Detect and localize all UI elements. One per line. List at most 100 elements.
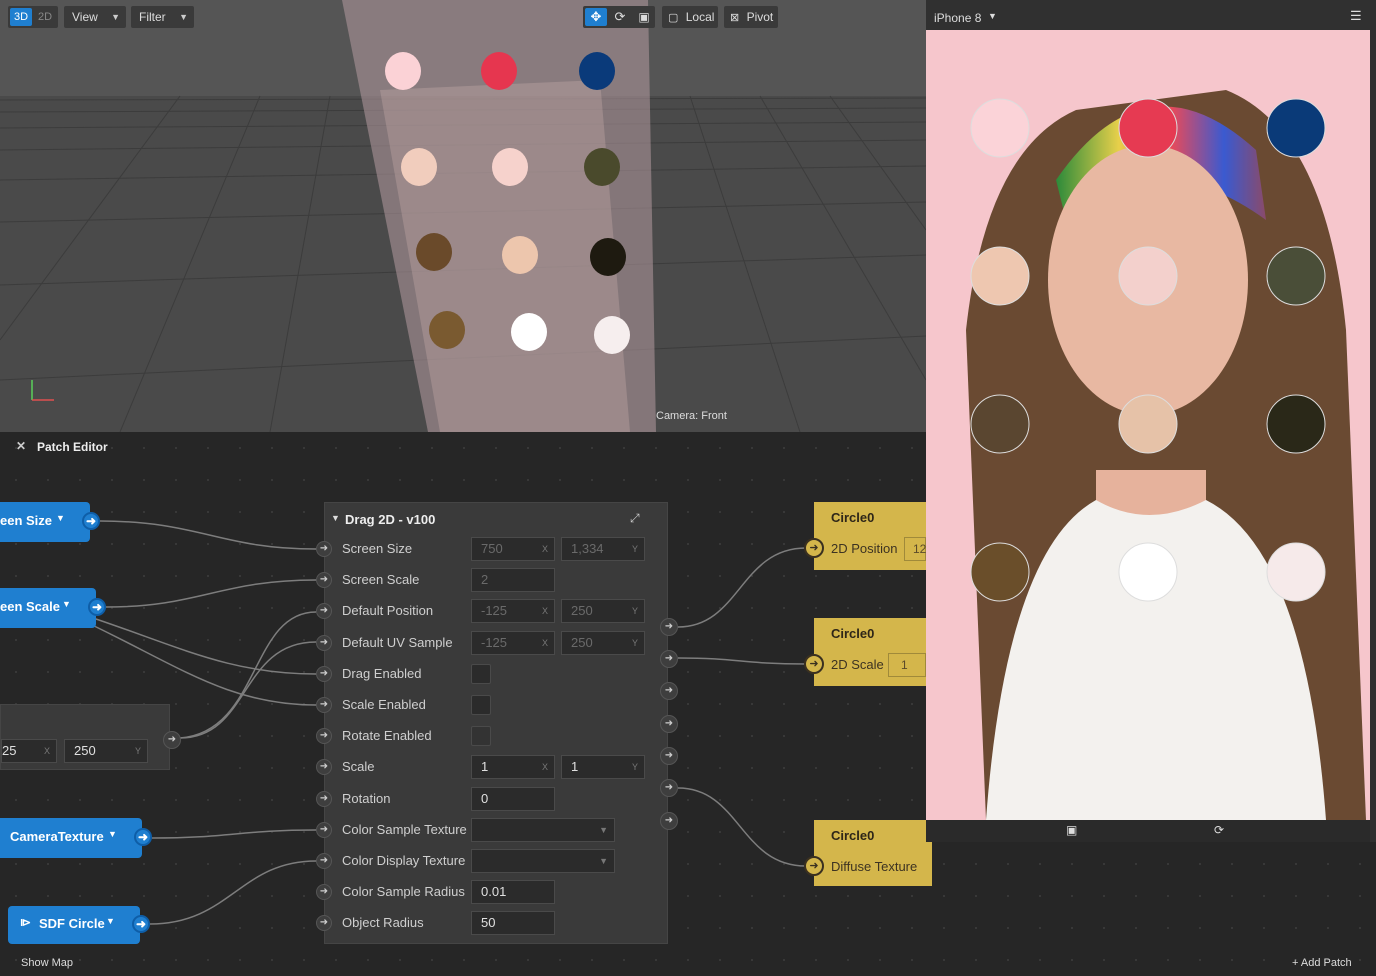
input-port[interactable]: ➜ — [316, 822, 332, 838]
input-port[interactable]: ➜ — [316, 915, 332, 931]
drag-output-port[interactable]: ➜ — [660, 812, 678, 830]
menu-icon[interactable]: ☰ — [1350, 8, 1362, 24]
value-field-y[interactable]: 250 Y — [561, 631, 645, 655]
cube-icon: ▢ — [668, 12, 679, 24]
input-port[interactable]: ➜ — [316, 853, 332, 869]
input-port[interactable]: ➜ — [316, 666, 332, 682]
scale-tool-icon[interactable]: ▣ — [633, 8, 655, 26]
input-port[interactable]: ➜ — [316, 635, 332, 651]
pack-x-field[interactable]: 25 X — [1, 739, 57, 763]
input-port[interactable]: ➜ — [316, 541, 332, 557]
checkbox[interactable] — [471, 695, 491, 715]
camera-icon[interactable]: ▣ — [1066, 823, 1077, 837]
color-circle[interactable] — [970, 246, 1030, 306]
drag-output-port[interactable]: ➜ — [660, 682, 678, 700]
input-label: Scale Enabled — [342, 697, 426, 712]
checkbox[interactable] — [471, 726, 491, 746]
screen-scale-node[interactable]: een Scale ▼ ➜ — [0, 588, 106, 628]
scale-value-field[interactable]: 1 — [888, 653, 926, 677]
rotate-device-icon[interactable]: ⟳ — [1214, 823, 1224, 837]
value-field-x[interactable]: 0 — [471, 787, 555, 811]
value-field-x[interactable]: -125 X — [471, 599, 555, 623]
color-circle[interactable] — [1118, 394, 1178, 454]
drag-output-port[interactable]: ➜ — [660, 715, 678, 733]
drag-output-port[interactable]: ➜ — [660, 650, 678, 668]
value-text: 1,334 — [571, 541, 604, 556]
input-label: Scale — [342, 759, 375, 774]
input-port[interactable]: ➜ — [316, 884, 332, 900]
texture-input-port[interactable]: ➜ — [804, 856, 824, 876]
mode-3d-button[interactable]: 3D — [10, 8, 32, 26]
chevron-down-icon: ▼ — [179, 12, 188, 22]
color-circle[interactable] — [1118, 98, 1178, 158]
camera-texture-output-port[interactable]: ➜ — [134, 828, 152, 846]
color-circle[interactable] — [1266, 542, 1326, 602]
value-field-x[interactable]: -125 X — [471, 631, 555, 655]
rotate-tool-icon[interactable]: ⟳ — [609, 8, 631, 26]
circle0-title: Circle0 — [831, 828, 875, 843]
drag-output-port[interactable]: ➜ — [660, 618, 678, 636]
chevron-down-icon[interactable]: ▼ — [988, 11, 997, 21]
circle0-scale-node[interactable]: Circle0 ➜ 2D Scale 1 — [804, 618, 926, 686]
pack-output-port[interactable]: ➜ — [163, 731, 181, 749]
position-value-field[interactable]: 12 — [904, 537, 926, 561]
pack-y-field[interactable]: 250 Y — [64, 739, 148, 763]
filter-menu[interactable]: Filter ▼ — [131, 6, 194, 28]
viewport-3d[interactable]: 3D 2D View ▼ Filter ▼ ✥ ⟳ ▣ ▢ Local ⊠ Pi… — [0, 0, 926, 432]
position-input-port[interactable]: ➜ — [804, 538, 824, 558]
pivot-toggle[interactable]: ⊠ Pivot — [724, 6, 778, 28]
value-field-x[interactable]: 750 X — [471, 537, 555, 561]
input-port[interactable]: ➜ — [316, 728, 332, 744]
color-circle[interactable] — [970, 394, 1030, 454]
show-map-button[interactable]: Show Map — [21, 957, 73, 969]
mode-toggle[interactable]: 3D 2D — [8, 6, 58, 28]
add-patch-button[interactable]: + Add Patch — [1292, 957, 1352, 969]
device-screen[interactable] — [926, 30, 1370, 820]
screen-scale-output-port[interactable]: ➜ — [88, 598, 106, 616]
drag-output-port[interactable]: ➜ — [660, 779, 678, 797]
color-circle[interactable] — [970, 98, 1030, 158]
value-field-y[interactable]: 1Y — [561, 755, 645, 779]
value-field-y[interactable]: 250 Y — [561, 599, 645, 623]
color-circle[interactable] — [1266, 394, 1326, 454]
value-field-x[interactable]: 0.01 — [471, 880, 555, 904]
mode-2d-button[interactable]: 2D — [34, 8, 56, 26]
value-text: 0 — [481, 791, 489, 806]
view-menu[interactable]: View ▼ — [64, 6, 126, 28]
collapse-triangle-icon[interactable]: ▼ — [331, 513, 340, 523]
texture-dropdown[interactable]: ▼ — [471, 849, 615, 873]
value-field-x[interactable]: 1X — [471, 755, 555, 779]
color-circle[interactable] — [1266, 246, 1326, 306]
expand-icon[interactable]: ⤢ — [630, 511, 640, 526]
input-port[interactable]: ➜ — [316, 603, 332, 619]
input-port[interactable]: ➜ — [316, 697, 332, 713]
value-field-x[interactable]: 50 — [471, 911, 555, 935]
color-circle[interactable] — [1118, 246, 1178, 306]
value-field-y[interactable]: 1,334 Y — [561, 537, 645, 561]
screen-size-output-port[interactable]: ➜ — [82, 512, 100, 530]
viewport-swatch — [492, 148, 528, 186]
texture-dropdown[interactable]: ▼ — [471, 818, 615, 842]
circle0-position-node[interactable]: Circle0 ➜ 2D Position 12 — [804, 502, 926, 570]
sdf-circle-output-port[interactable]: ➜ — [132, 915, 150, 933]
checkbox[interactable] — [471, 664, 491, 684]
value-field-x[interactable]: 2 — [471, 568, 555, 592]
scale-input-port[interactable]: ➜ — [804, 654, 824, 674]
screen-size-node[interactable]: een Size ▼ ➜ — [0, 502, 100, 542]
local-toggle[interactable]: ▢ Local — [662, 6, 718, 28]
drag-output-port[interactable]: ➜ — [660, 747, 678, 765]
camera-texture-node[interactable]: CameraTexture ▼ ➜ — [0, 818, 152, 858]
color-circle[interactable] — [1266, 98, 1326, 158]
color-circle[interactable] — [970, 542, 1030, 602]
viewport-swatch — [579, 52, 615, 90]
input-port[interactable]: ➜ — [316, 572, 332, 588]
sdf-circle-node[interactable]: ⧐ SDF Circle ▼ ➜ — [8, 906, 150, 944]
pack-node[interactable]: 25 X 250 Y ➜ — [0, 704, 181, 770]
color-circle[interactable] — [1118, 542, 1178, 602]
input-port[interactable]: ➜ — [316, 759, 332, 775]
move-tool-icon[interactable]: ✥ — [585, 8, 607, 26]
device-select[interactable]: iPhone 8 — [934, 11, 981, 25]
plus-icon: + — [1292, 957, 1299, 969]
circle0-texture-node[interactable]: Circle0 ➜ Diffuse Texture — [804, 820, 932, 886]
input-port[interactable]: ➜ — [316, 791, 332, 807]
